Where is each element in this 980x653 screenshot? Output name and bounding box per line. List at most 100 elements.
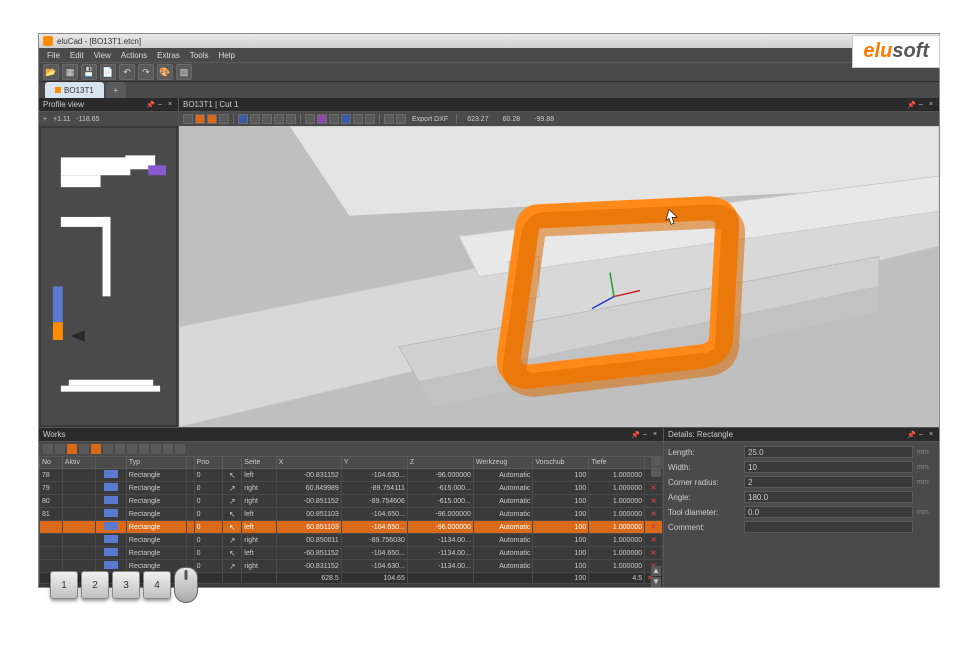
titlebar[interactable]: eluCad - [BO13T1.etcn] bbox=[39, 34, 939, 48]
tool-icon[interactable] bbox=[55, 444, 65, 454]
detail-row: Length:mm bbox=[668, 446, 935, 458]
table-row[interactable]: Rectangle0↖left60.851103-104.650...-96.0… bbox=[40, 521, 663, 534]
coord-y: -118.65 bbox=[76, 116, 99, 123]
tool-icon[interactable] bbox=[67, 444, 77, 454]
document-tab[interactable]: BO13T1 bbox=[45, 82, 104, 98]
works-table[interactable]: NoAktiv Typ Prio SeiteXYZWerkzeugVorschubTi… bbox=[39, 456, 663, 584]
open-icon[interactable]: 📂 bbox=[43, 64, 59, 80]
tool-icon[interactable] bbox=[115, 444, 125, 454]
table-row[interactable]: 78Rectangle0↖left-00.831152-104.630...-9… bbox=[40, 469, 663, 482]
view-icon[interactable]: ▦ bbox=[62, 64, 78, 80]
tool-icon[interactable] bbox=[286, 114, 296, 124]
tool-icon[interactable] bbox=[103, 444, 113, 454]
profile-canvas[interactable] bbox=[41, 128, 176, 425]
min-icon[interactable]: – bbox=[156, 101, 164, 109]
profile-coords: + +1.11 -118.65 bbox=[39, 112, 178, 126]
new-tab-button[interactable]: + bbox=[106, 82, 126, 98]
tool-icon[interactable] bbox=[195, 114, 205, 124]
table-row[interactable]: 79Rectangle0↗right60.849989-89.754111-61… bbox=[40, 482, 663, 495]
pin-icon[interactable]: 📌 bbox=[146, 101, 154, 109]
close-icon[interactable]: × bbox=[166, 101, 174, 109]
redo-icon[interactable]: ↷ bbox=[138, 64, 154, 80]
menu-file[interactable]: File bbox=[43, 51, 64, 60]
tool-icon[interactable] bbox=[384, 114, 394, 124]
col-header[interactable] bbox=[95, 457, 126, 469]
col-header[interactable]: Z bbox=[407, 457, 473, 469]
pin-icon[interactable]: 📌 bbox=[631, 431, 639, 439]
tool-icon[interactable] bbox=[183, 114, 193, 124]
detail-input[interactable] bbox=[744, 521, 913, 533]
table-row[interactable]: 80Rectangle0↗right-00.851152-89.754606-6… bbox=[40, 495, 663, 508]
col-header[interactable]: X bbox=[276, 457, 341, 469]
tool-icon[interactable] bbox=[139, 444, 149, 454]
close-icon[interactable]: × bbox=[927, 431, 935, 439]
tool-icon[interactable] bbox=[329, 114, 339, 124]
col-header[interactable]: Tiefe bbox=[589, 457, 645, 469]
tool-icon[interactable] bbox=[396, 114, 406, 124]
col-header[interactable]: No bbox=[40, 457, 63, 469]
menu-view[interactable]: View bbox=[90, 51, 115, 60]
tool-icon[interactable] bbox=[341, 114, 351, 124]
col-header[interactable]: Y bbox=[341, 457, 407, 469]
checker-icon[interactable]: ▨ bbox=[176, 64, 192, 80]
tool-icon[interactable] bbox=[175, 444, 185, 454]
menu-edit[interactable]: Edit bbox=[66, 51, 88, 60]
doc-icon[interactable]: 📄 bbox=[100, 64, 116, 80]
tool-icon[interactable] bbox=[305, 114, 315, 124]
min-icon[interactable]: – bbox=[917, 431, 925, 439]
copy-icon[interactable] bbox=[651, 456, 661, 466]
close-icon[interactable]: × bbox=[651, 431, 659, 439]
detail-input[interactable] bbox=[744, 506, 913, 518]
col-header[interactable]: Vorschub bbox=[533, 457, 589, 469]
up-icon[interactable]: ▲ bbox=[651, 566, 661, 576]
tool-icon[interactable] bbox=[250, 114, 260, 124]
tool-icon[interactable] bbox=[207, 114, 217, 124]
tool-icon[interactable] bbox=[365, 114, 375, 124]
tool-icon[interactable] bbox=[43, 444, 53, 454]
tool-icon[interactable] bbox=[262, 114, 272, 124]
col-header[interactable]: Aktiv bbox=[62, 457, 95, 469]
menu-extras[interactable]: Extras bbox=[153, 51, 184, 60]
paste-icon[interactable] bbox=[651, 467, 661, 477]
3d-viewport[interactable] bbox=[179, 126, 939, 427]
tool-icon[interactable] bbox=[91, 444, 101, 454]
table-row[interactable]: Rectangle0↗right00.850011-89.756030-1134… bbox=[40, 534, 663, 547]
undo-icon[interactable]: ↶ bbox=[119, 64, 135, 80]
menu-actions[interactable]: Actions bbox=[117, 51, 151, 60]
menu-tools[interactable]: Tools bbox=[186, 51, 213, 60]
detail-input[interactable] bbox=[744, 461, 913, 473]
close-icon[interactable]: × bbox=[927, 101, 935, 109]
down-icon[interactable]: ▼ bbox=[651, 577, 661, 587]
min-icon[interactable]: – bbox=[641, 431, 649, 439]
detail-input[interactable] bbox=[744, 491, 913, 503]
col-header[interactable]: Werkzeug bbox=[473, 457, 532, 469]
detail-input[interactable] bbox=[744, 446, 913, 458]
tool-icon[interactable] bbox=[238, 114, 248, 124]
tool-icon[interactable] bbox=[127, 444, 137, 454]
col-header[interactable]: Seite bbox=[242, 457, 276, 469]
col-header[interactable]: Prio bbox=[194, 457, 223, 469]
col-header[interactable] bbox=[223, 457, 242, 469]
export-dxf-button[interactable]: Export DXF bbox=[408, 116, 452, 123]
tool-icon[interactable] bbox=[317, 114, 327, 124]
tool-icon[interactable] bbox=[163, 444, 173, 454]
tool-icon[interactable] bbox=[79, 444, 89, 454]
min-icon[interactable]: – bbox=[917, 101, 925, 109]
detail-input[interactable] bbox=[744, 476, 913, 488]
viewport-panel: BO13T1 | Cut 1 📌–× bbox=[179, 98, 939, 427]
detail-unit: mm bbox=[917, 479, 935, 486]
table-row[interactable]: 81Rectangle0↖left00.851103-104.650...-96… bbox=[40, 508, 663, 521]
table-row[interactable]: Rectangle0↖left-60.851152-104.650...-113… bbox=[40, 547, 663, 560]
menu-help[interactable]: Help bbox=[214, 51, 238, 60]
tool-icon[interactable] bbox=[219, 114, 229, 124]
save-icon[interactable]: 💾 bbox=[81, 64, 97, 80]
palette-icon[interactable]: 🎨 bbox=[157, 64, 173, 80]
col-header[interactable] bbox=[186, 457, 194, 469]
col-header[interactable]: Typ bbox=[126, 457, 186, 469]
logo-part1: elu bbox=[863, 40, 892, 62]
pin-icon[interactable]: 📌 bbox=[907, 101, 915, 109]
tool-icon[interactable] bbox=[274, 114, 284, 124]
tool-icon[interactable] bbox=[353, 114, 363, 124]
tool-icon[interactable] bbox=[151, 444, 161, 454]
pin-icon[interactable]: 📌 bbox=[907, 431, 915, 439]
